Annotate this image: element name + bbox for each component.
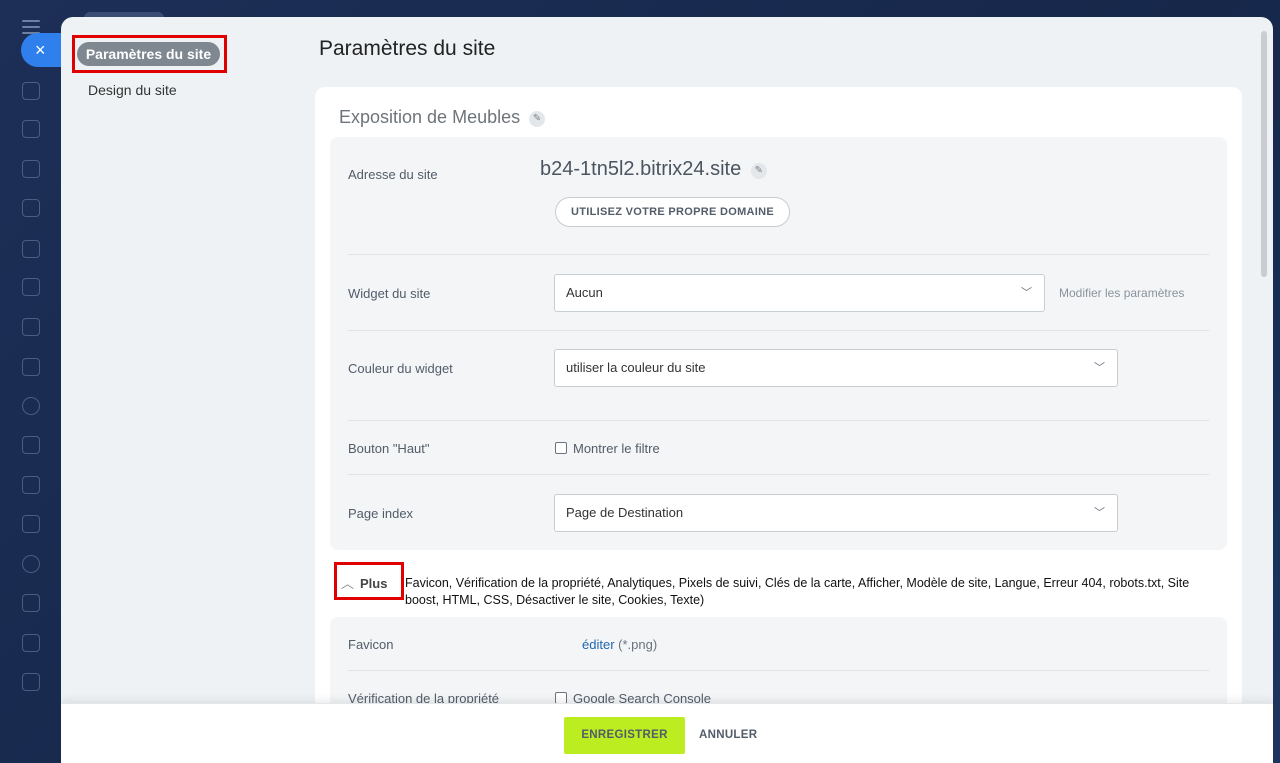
more-apps-icon[interactable] [22, 673, 40, 691]
cube-icon[interactable] [22, 555, 40, 573]
divider [348, 330, 1209, 331]
mail-icon[interactable] [22, 318, 40, 336]
sites-icon[interactable] [22, 436, 40, 454]
settings-slider: Paramètres du site Design du site Paramè… [61, 17, 1273, 763]
widget-label: Widget du site [348, 286, 431, 301]
close-icon: × [35, 40, 46, 60]
divider [348, 474, 1209, 475]
nav-item-site-design[interactable]: Design du site [88, 82, 177, 98]
top-button-checkbox[interactable]: Montrer le filtre [555, 441, 660, 456]
divider [348, 420, 1209, 421]
contacts-icon[interactable] [22, 358, 40, 376]
filter-icon[interactable] [22, 515, 40, 533]
favicon-hint: (*.png) [618, 637, 658, 652]
calendar-icon[interactable] [22, 199, 40, 217]
favicon-edit-link[interactable]: éditer [582, 637, 615, 652]
highlight-frame [72, 35, 227, 73]
widget-select[interactable]: Aucun ﹀ [554, 274, 1045, 312]
address-label: Adresse du site [348, 167, 438, 182]
chevron-down-icon: ﹀ [1021, 287, 1032, 299]
top-button-label: Bouton "Haut" [348, 441, 430, 456]
own-domain-button[interactable]: UTILISEZ VOTRE PROPRE DOMAINE [555, 197, 790, 227]
scrollbar[interactable] [1261, 31, 1267, 277]
documents-icon[interactable] [22, 240, 40, 258]
page-title: Paramètres du site [319, 37, 496, 60]
widget-color-select[interactable]: utiliser la couleur du site ﹀ [554, 349, 1118, 387]
settings-card: Exposition de Meubles ✎ Adresse du site … [315, 87, 1242, 757]
main-settings-group: Adresse du site b24-1tn5l2.bitrix24.site… [330, 137, 1227, 550]
drive-icon[interactable] [22, 278, 40, 296]
chevron-down-icon: ﹀ [1094, 507, 1105, 519]
settings-sidebar: Paramètres du site Design du site [61, 17, 301, 763]
site-address: b24-1tn5l2.bitrix24.site ✎ [540, 158, 767, 181]
widget-settings-link[interactable]: Modifier les paramètres [1059, 286, 1184, 300]
crm-icon[interactable] [22, 397, 40, 415]
widget-select-value: Aucun [566, 285, 603, 300]
divider [348, 670, 1209, 671]
favicon-edit: éditer (*.png) [582, 637, 657, 652]
footer-bar: ENREGISTRER ANNULER [61, 703, 1273, 763]
divider [348, 254, 1209, 255]
tasks-icon[interactable] [22, 160, 40, 178]
highlight-frame [334, 562, 404, 600]
site-address-value: b24-1tn5l2.bitrix24.site [540, 158, 742, 180]
chat-icon[interactable] [22, 120, 40, 138]
top-button-checkbox-label: Montrer le filtre [573, 441, 660, 456]
card-icon[interactable] [22, 634, 40, 652]
chevron-down-icon: ﹀ [1094, 362, 1105, 374]
pencil-icon[interactable]: ✎ [750, 163, 767, 179]
menu-icon[interactable] [22, 20, 40, 34]
activity-icon[interactable] [22, 82, 40, 100]
close-slider-button[interactable]: × [21, 33, 65, 67]
index-page-value: Page de Destination [566, 505, 684, 520]
pencil-icon[interactable]: ✎ [529, 111, 546, 127]
left-icon-rail [0, 0, 62, 763]
site-name-heading: Exposition de Meubles ✎ [339, 107, 546, 128]
index-page-select[interactable]: Page de Destination ﹀ [554, 494, 1118, 532]
site-name: Exposition de Meubles [339, 107, 521, 127]
favicon-label: Favicon [348, 637, 394, 652]
widget-color-label: Couleur du widget [348, 361, 453, 376]
more-sections-list: Favicon, Vérification de la propriété, A… [405, 576, 1190, 607]
index-label: Page index [348, 506, 414, 521]
save-button[interactable]: ENREGISTRER [564, 717, 685, 754]
widget-color-value: utiliser la couleur du site [566, 360, 706, 375]
cancel-button[interactable]: ANNULER [699, 717, 757, 754]
checkbox-icon[interactable] [555, 442, 567, 454]
cart-icon[interactable] [22, 594, 40, 612]
checkbox-list-icon[interactable] [22, 476, 40, 494]
